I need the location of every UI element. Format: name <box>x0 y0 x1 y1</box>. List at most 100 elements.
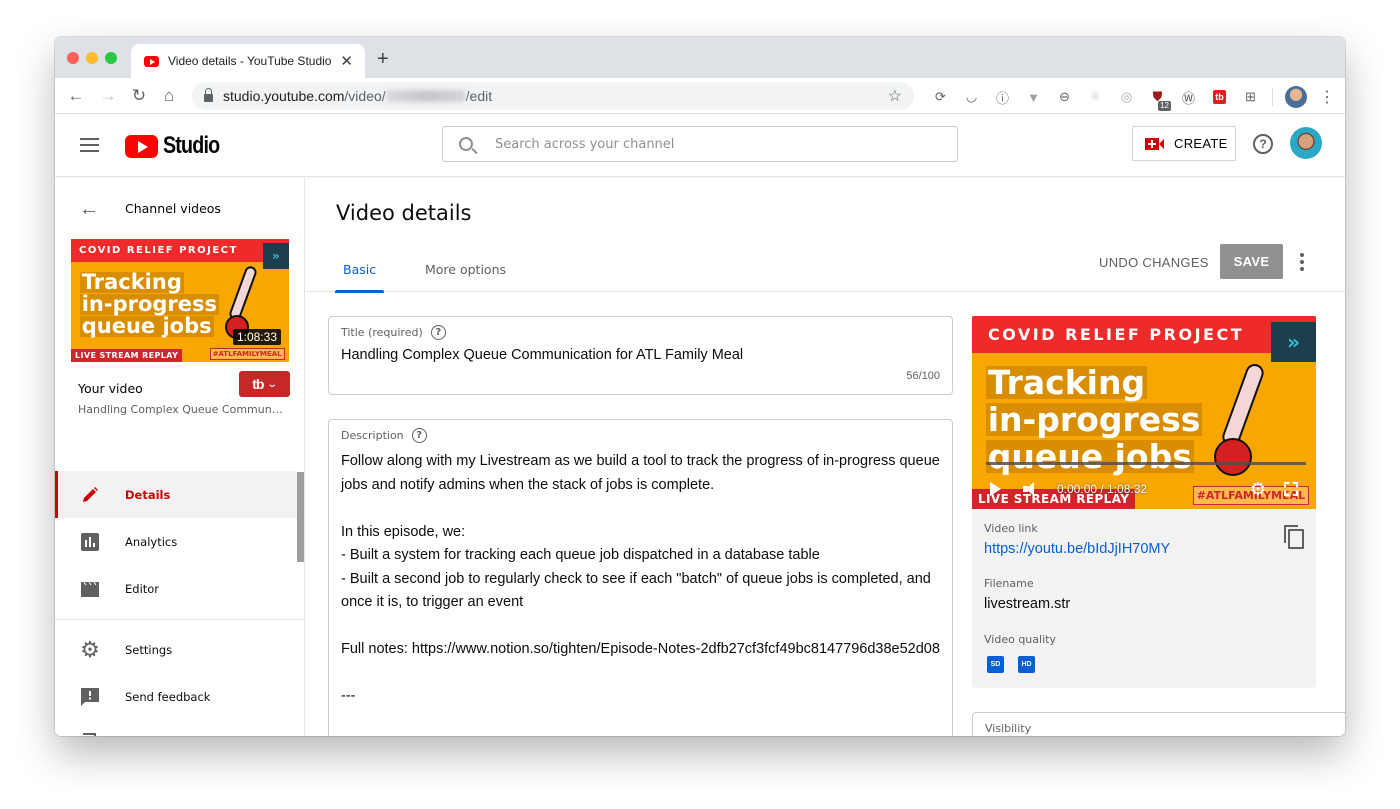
thumb-title-line: Tracking <box>985 363 1148 403</box>
sidebar-item-label: Editor <box>125 581 160 596</box>
sidebar-scrollbar[interactable] <box>297 472 304 562</box>
back-arrow-icon[interactable]: ← <box>79 198 99 221</box>
screenshot-stage: Video details - YouTube Studio ✕ + ← → ↻… <box>0 0 1400 809</box>
visibility-field[interactable]: Visibility <box>972 712 1345 736</box>
minimize-window-button[interactable] <box>86 52 98 64</box>
close-window-button[interactable] <box>67 52 79 64</box>
url-path-prefix: /video/ <box>344 88 386 104</box>
url-blurred-id <box>386 90 465 102</box>
help-circle-icon[interactable]: ? <box>411 428 427 443</box>
title-input[interactable] <box>341 347 931 363</box>
player-controls: 0:00:00 / 1:08:32 ⚙ <box>972 469 1316 509</box>
thumb-title-line: Tracking <box>79 270 184 295</box>
player-time: 0:00:00 / 1:08:32 <box>1057 482 1148 496</box>
description-field[interactable]: Description ? Follow along with my Lives… <box>328 419 953 736</box>
tab-strip: Video details - YouTube Studio ✕ + <box>55 37 1345 78</box>
fullscreen-icon[interactable] <box>1284 482 1298 496</box>
address-bar[interactable]: studio.youtube.com /video/ /edit ☆ <box>192 82 914 110</box>
quality-sd-badge: SD <box>987 656 1004 673</box>
refresh-extension-icon[interactable]: ⟳ <box>925 87 956 107</box>
create-button[interactable]: CREATE <box>1132 126 1236 161</box>
help-circle-icon[interactable]: ? <box>430 325 446 340</box>
volume-icon[interactable] <box>1023 482 1039 496</box>
ionic-devtools-icon[interactable]: ◎ <box>1111 87 1142 107</box>
tab-more-options[interactable]: More options <box>425 247 506 292</box>
help-icon[interactable]: ? <box>1253 134 1273 154</box>
undo-changes-button[interactable]: UNDO CHANGES <box>1099 250 1209 274</box>
search-input[interactable] <box>495 136 915 152</box>
home-icon[interactable]: ⌂ <box>158 85 180 107</box>
copy-icon[interactable] <box>1284 525 1304 549</box>
video-link[interactable]: https://youtu.be/bIdJjIH70MY <box>984 541 1170 557</box>
url-host: studio.youtube.com <box>223 88 345 104</box>
hamburger-menu-icon[interactable] <box>80 138 99 152</box>
sidebar-video-thumbnail[interactable]: COVID RELIEF PROJECT » Tracking in-progr… <box>71 239 289 362</box>
sidebar: ← Channel videos COVID RELIEF PROJECT » … <box>55 178 305 736</box>
filename-label: Filename <box>984 577 1034 590</box>
thumb-title-line: queue jobs <box>79 314 214 339</box>
search-icon <box>459 137 473 151</box>
title-field[interactable]: Title (required) ? 56/100 <box>328 316 953 395</box>
sidebar-item-analytics[interactable]: Analytics <box>55 518 297 565</box>
browser-window: Video details - YouTube Studio ✕ + ← → ↻… <box>55 37 1345 736</box>
extensions-grid-icon[interactable]: ⊞ <box>1235 87 1266 107</box>
save-button[interactable]: SAVE <box>1220 244 1283 279</box>
toolbar-divider <box>1272 88 1273 106</box>
maximize-window-button[interactable] <box>105 52 117 64</box>
extensions-bar: ⟳ ◡ ⓘ ▼ ⊖ ⚛ ◎ ⛊ 12 Ⓦ tb ⊞ ⋮ <box>925 86 1335 111</box>
browser-tab-active[interactable]: Video details - YouTube Studio ✕ <box>131 44 365 78</box>
description-textarea[interactable]: Follow along with my Livestream as we bu… <box>341 450 941 709</box>
channel-switcher-button[interactable]: tb ⌄ <box>239 371 290 397</box>
onepassword-extension-icon[interactable]: ⓘ <box>987 87 1018 107</box>
more-actions-icon[interactable] <box>1295 250 1309 274</box>
chevron-down-icon: ⌄ <box>266 378 279 390</box>
video-preview-player[interactable]: COVID RELIEF PROJECT » Tracking in-progr… <box>972 316 1316 509</box>
json-viewer-icon[interactable]: ⊖ <box>1049 87 1080 107</box>
channel-search[interactable] <box>442 126 958 162</box>
youtube-favicon-icon <box>144 55 159 67</box>
gear-icon: ⚙ <box>80 636 100 662</box>
vue-devtools-icon[interactable]: ▼ <box>1018 87 1049 107</box>
your-video-label: Your video <box>78 381 143 396</box>
sidebar-item-details[interactable]: Details <box>55 471 297 518</box>
tighten-logo-icon: » <box>1271 321 1316 363</box>
reload-icon[interactable]: ↻ <box>128 85 150 107</box>
thumb-banner: COVID RELIEF PROJECT <box>972 316 1316 353</box>
sidebar-item-creator-studio-classic[interactable]: Creator Studio Classic <box>55 720 297 736</box>
player-progress-bar[interactable] <box>985 462 1306 465</box>
ublock-badge: 12 <box>1158 101 1171 111</box>
video-quality-label: Video quality <box>984 633 1056 646</box>
bookmark-star-icon[interactable]: ☆ <box>888 86 902 106</box>
tab-close-icon[interactable]: ✕ <box>340 52 353 70</box>
title-char-counter: 56/100 <box>906 370 940 382</box>
tab-title: Video details - YouTube Studio <box>168 54 332 68</box>
channel-videos-link[interactable]: Channel videos <box>125 201 221 216</box>
sidebar-item-settings[interactable]: ⚙ Settings <box>55 626 297 673</box>
browser-profile-avatar[interactable] <box>1285 86 1307 108</box>
sidebar-item-label: Settings <box>125 642 173 657</box>
studio-logo[interactable]: Studio <box>125 132 232 160</box>
logo-text: Studio <box>163 132 220 159</box>
filename-value: livestream.str <box>984 596 1071 612</box>
ublock-origin-icon[interactable]: ⛊ 12 <box>1142 87 1173 111</box>
wappalyzer-icon[interactable]: Ⓦ <box>1173 87 1204 107</box>
tighten-extension-icon[interactable]: tb <box>1204 87 1235 107</box>
account-avatar[interactable] <box>1290 127 1322 159</box>
sidebar-item-editor[interactable]: Editor <box>55 565 297 612</box>
play-icon[interactable] <box>990 482 1001 496</box>
sidebar-divider <box>55 619 304 620</box>
player-settings-gear-icon[interactable]: ⚙ <box>1250 479 1266 500</box>
tab-basic[interactable]: Basic <box>334 247 385 293</box>
browser-menu-icon[interactable]: ⋮ <box>1319 87 1335 107</box>
new-tab-button[interactable]: + <box>377 48 389 71</box>
sidebar-item-label: Send feedback <box>125 689 211 704</box>
back-arrow-icon[interactable]: ← <box>65 85 87 107</box>
forward-arrow-icon[interactable]: → <box>97 85 119 107</box>
title-field-label: Title (required) <box>341 326 423 339</box>
pocket-extension-icon[interactable]: ◡ <box>956 87 987 107</box>
lock-icon <box>204 88 213 102</box>
sidebar-item-send-feedback[interactable]: Send feedback <box>55 673 297 720</box>
description-field-label: Description <box>341 429 404 442</box>
thumb-hashtag: #ATLFAMILYMEAL <box>209 347 285 360</box>
react-devtools-icon[interactable]: ⚛ <box>1080 87 1111 107</box>
